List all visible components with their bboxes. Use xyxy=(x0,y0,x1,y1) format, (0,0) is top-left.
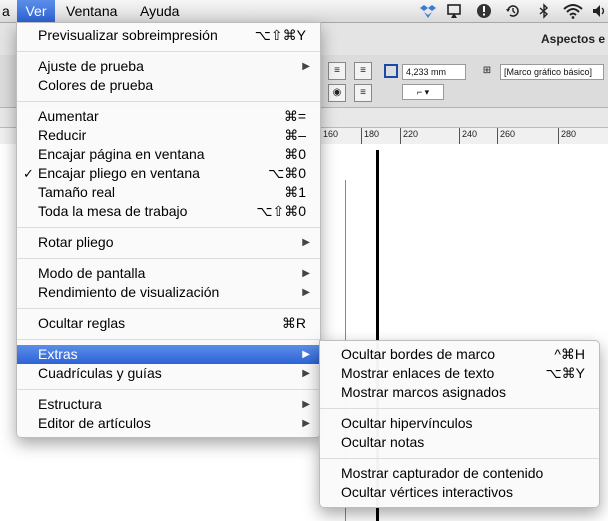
menu-item-show-text-threads[interactable]: Mostrar enlaces de texto ⌥⌘Y xyxy=(320,364,599,383)
object-style-icon: ⊞ xyxy=(482,65,492,76)
ruler-tick: 160 xyxy=(320,128,338,144)
extras-submenu: Ocultar bordes de marco ^⌘H Mostrar enlac… xyxy=(319,340,600,508)
menu-item-zoom-out[interactable]: Reducir ⌘– xyxy=(17,126,320,145)
menu-separator xyxy=(17,389,320,390)
stroke-weight-icon xyxy=(382,62,400,80)
menu-item-show-content-grabber[interactable]: Mostrar capturador de contenido xyxy=(320,464,599,483)
workspace-switcher[interactable]: Aspectos e xyxy=(541,32,605,46)
align-left-icon[interactable]: ≡ xyxy=(328,62,346,80)
align-center-icon[interactable]: ≡ xyxy=(354,62,372,80)
menu-separator xyxy=(17,308,320,309)
airplay-icon[interactable] xyxy=(446,3,462,19)
menu-item-fit-page[interactable]: Encajar página en ventana ⌘0 xyxy=(17,145,320,164)
menu-item-hide-notes[interactable]: Ocultar notas xyxy=(320,433,599,452)
menu-item-story-editor[interactable]: Editor de artículos ▶ xyxy=(17,414,320,433)
bluetooth-icon[interactable] xyxy=(536,3,552,19)
view-menu: Previsualizar sobreimpresión ⌥⇧⌘Y Ajuste … xyxy=(16,22,321,438)
menu-item-screen-mode[interactable]: Modo de pantalla ▶ xyxy=(17,264,320,283)
menu-separator xyxy=(17,339,320,340)
distribute-vertical-icon[interactable]: ≡ xyxy=(354,84,372,102)
menu-item-zoom-in[interactable]: Aumentar ⌘= xyxy=(17,107,320,126)
ruler-tick: 240 xyxy=(459,128,477,144)
menu-separator xyxy=(17,227,320,228)
checkmark-icon: ✓ xyxy=(23,166,34,181)
distribute-icon[interactable]: ◉ xyxy=(328,84,346,102)
object-style-select[interactable]: [Marco gráfico básico] xyxy=(500,64,604,80)
dropbox-icon[interactable] xyxy=(420,3,436,19)
volume-icon[interactable] xyxy=(592,3,608,19)
stroke-weight-input[interactable]: 4,233 mm xyxy=(402,64,466,80)
alert-icon[interactable] xyxy=(476,3,492,19)
menu-item-hide-frame-edges[interactable]: Ocultar bordes de marco ^⌘H xyxy=(320,345,599,364)
menubar-item-edicion[interactable]: a xyxy=(0,0,16,22)
menu-item-display-performance[interactable]: Rendimiento de visualización ▶ xyxy=(17,283,320,302)
menu-separator xyxy=(320,408,599,409)
menu-item-hide-live-corners[interactable]: Ocultar vértices interactivos xyxy=(320,483,599,502)
menubar-item-ayuda[interactable]: Ayuda xyxy=(140,0,179,22)
ruler-tick: 280 xyxy=(558,128,576,144)
menu-separator xyxy=(320,458,599,459)
menubar-item-ver[interactable]: Ver xyxy=(17,0,55,22)
ruler-tick: 260 xyxy=(497,128,515,144)
menubar-item-ventana[interactable]: Ventana xyxy=(66,0,117,22)
menu-item-extras[interactable]: Extras ▶ xyxy=(17,345,320,364)
menu-item-proof-setup[interactable]: Ajuste de prueba ▶ xyxy=(17,57,320,76)
menu-item-proof-colors[interactable]: Colores de prueba xyxy=(17,76,320,95)
menu-item-rotate-spread[interactable]: Rotar pliego ▶ xyxy=(17,233,320,252)
menu-item-entire-pasteboard[interactable]: Toda la mesa de trabajo ⌥⇧⌘0 xyxy=(17,202,320,221)
wifi-icon[interactable] xyxy=(562,3,584,19)
menu-separator xyxy=(17,51,320,52)
menu-item-actual-size[interactable]: Tamaño real ⌘1 xyxy=(17,183,320,202)
menu-separator xyxy=(17,258,320,259)
ruler-tick: 220 xyxy=(400,128,418,144)
menu-item-show-assigned-frames[interactable]: Mostrar marcos asignados xyxy=(320,383,599,402)
menu-item-fit-spread[interactable]: ✓ Encajar pliego en ventana ⌥⌘0 xyxy=(17,164,320,183)
ruler-tick: 180 xyxy=(361,128,379,144)
menu-item-hide-hyperlinks[interactable]: Ocultar hipervínculos xyxy=(320,414,599,433)
stroke-type-select[interactable]: ⌐ ▾ xyxy=(402,84,444,100)
menu-item-overprint-preview[interactable]: Previsualizar sobreimpresión ⌥⇧⌘Y xyxy=(17,26,320,45)
menu-bar: a Ver Ventana Ayuda xyxy=(0,0,608,23)
time-machine-icon[interactable] xyxy=(505,3,521,19)
menu-item-structure[interactable]: Estructura ▶ xyxy=(17,395,320,414)
menu-separator xyxy=(17,101,320,102)
menu-item-grids-guides[interactable]: Cuadrículas y guías ▶ xyxy=(17,364,320,383)
menu-item-hide-rulers[interactable]: Ocultar reglas ⌘R xyxy=(17,314,320,333)
